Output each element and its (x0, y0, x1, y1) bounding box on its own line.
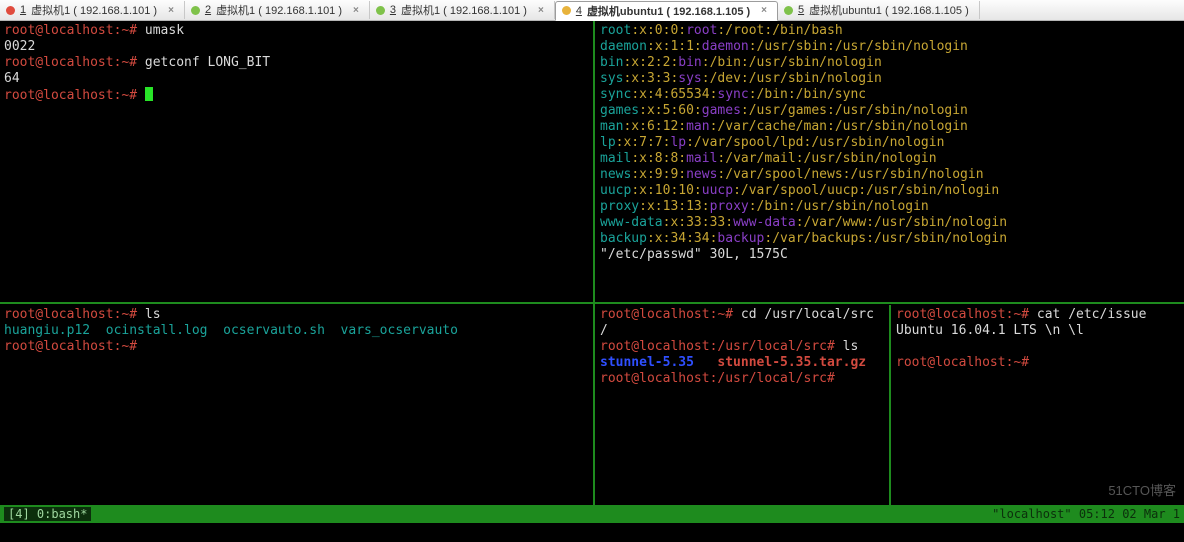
passwd-row: man:x:6:12:man:/var/cache/man:/usr/sbin/… (600, 119, 1180, 135)
tmux-panes: root@localhost:~# umask 0022 root@localh… (0, 21, 1184, 523)
pane-divider-horizontal[interactable] (0, 302, 1184, 304)
tmux-status-bar: [4] 0:bash* "localhost" 05:12 02 Mar 1 (0, 505, 1184, 523)
passwd-row: bin:x:2:2:bin:/bin:/usr/sbin/nologin (600, 55, 1180, 71)
passwd-row: news:x:9:9:news:/var/spool/news:/usr/sbi… (600, 167, 1180, 183)
passwd-row: daemon:x:1:1:daemon:/usr/sbin:/usr/sbin/… (600, 39, 1180, 55)
issue-output: Ubuntu 16.04.1 LTS \n \l (896, 323, 1180, 339)
tab-5[interactable]: 5虚拟机ubuntu1 ( 192.168.1.105 ) (778, 1, 980, 19)
passwd-row: backup:x:34:34:backup:/var/backups:/usr/… (600, 231, 1180, 247)
pane-top-left[interactable]: root@localhost:~# umask 0022 root@localh… (0, 21, 592, 301)
dir-entry: stunnel-5.35 (600, 355, 694, 370)
status-dot-icon (376, 6, 385, 15)
passwd-row: root:x:0:0:root:/root:/bin/bash (600, 23, 1180, 39)
tab-4[interactable]: 4虚拟机ubuntu1 ( 192.168.1.105 )× (555, 1, 778, 21)
close-icon[interactable]: × (353, 5, 359, 16)
status-dot-icon (191, 6, 200, 15)
passwd-row: mail:x:8:8:mail:/var/mail:/usr/sbin/nolo… (600, 151, 1180, 167)
pane-divider-vertical-2[interactable] (889, 305, 891, 505)
pane-bottom-right[interactable]: root@localhost:~# cat /etc/issue Ubuntu … (892, 305, 1184, 505)
status-left: [4] 0:bash* (4, 507, 91, 521)
close-icon[interactable]: × (168, 5, 174, 16)
cursor-icon (145, 87, 153, 101)
passwd-row: www-data:x:33:33:www-data:/var/www:/usr/… (600, 215, 1180, 231)
passwd-row: sys:x:3:3:sys:/dev:/usr/sbin/nologin (600, 71, 1180, 87)
pane-bottom-left[interactable]: root@localhost:~# ls huangiu.p12 ocinsta… (0, 305, 592, 505)
passwd-row: games:x:5:60:games:/usr/games:/usr/sbin/… (600, 103, 1180, 119)
output-longbit: 64 (4, 71, 588, 87)
passwd-row: sync:x:4:65534:sync:/bin:/bin/sync (600, 87, 1180, 103)
pane-divider-vertical[interactable] (593, 21, 595, 505)
output-umask: 0022 (4, 39, 588, 55)
ls-output: huangiu.p12 ocinstall.log ocservauto.sh … (4, 323, 588, 339)
close-icon[interactable]: × (761, 5, 767, 16)
status-dot-icon (562, 6, 571, 15)
pane-bottom-middle[interactable]: root@localhost:~# cd /usr/local/src / ro… (596, 305, 888, 505)
status-dot-icon (784, 6, 793, 15)
passwd-row: proxy:x:13:13:proxy:/bin:/usr/sbin/nolog… (600, 199, 1180, 215)
vim-status-line: "/etc/passwd" 30L, 1575C 1,1 Top (600, 247, 1180, 263)
status-dot-icon (6, 6, 15, 15)
tab-bar: 1虚拟机1 ( 192.168.1.101 )× 2虚拟机1 ( 192.168… (0, 0, 1184, 21)
passwd-row: lp:x:7:7:lp:/var/spool/lpd:/usr/sbin/nol… (600, 135, 1180, 151)
tab-3[interactable]: 3虚拟机1 ( 192.168.1.101 )× (370, 1, 555, 19)
tab-1[interactable]: 1虚拟机1 ( 192.168.1.101 )× (0, 1, 185, 19)
passwd-row: uucp:x:10:10:uucp:/var/spool/uucp:/usr/s… (600, 183, 1180, 199)
close-icon[interactable]: × (538, 5, 544, 16)
pane-top-right[interactable]: root:x:0:0:root:/root:/bin/bashdaemon:x:… (596, 21, 1184, 301)
tab-2[interactable]: 2虚拟机1 ( 192.168.1.101 )× (185, 1, 370, 19)
archive-entry: stunnel-5.35.tar.gz (717, 355, 866, 370)
status-right: "localhost" 05:12 02 Mar 1 (992, 507, 1180, 521)
